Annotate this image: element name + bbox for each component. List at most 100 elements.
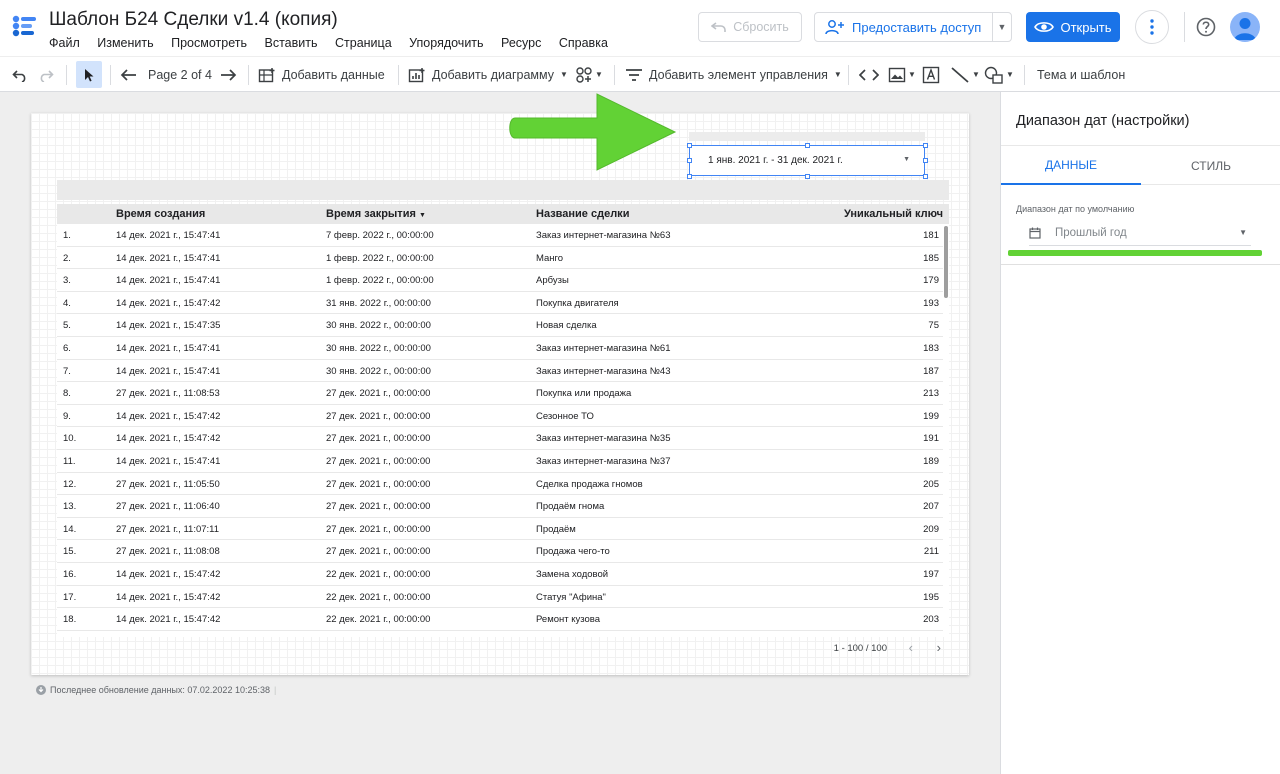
row-index: 17. xyxy=(63,591,77,603)
toolbar-separator xyxy=(398,65,399,85)
insert-line-button[interactable]: ▼ xyxy=(950,57,980,92)
table-row[interactable]: 4. 14 дек. 2021 г., 15:47:42 31 янв. 2022 … xyxy=(57,292,943,315)
report-canvas: 1 янв. 2021 г. - 31 дек. 2021 г. ▼ Время… xyxy=(0,92,1000,774)
image-caret-icon: ▼ xyxy=(908,70,916,79)
row-index: 1. xyxy=(63,230,71,241)
prev-page-button[interactable] xyxy=(120,57,138,92)
redo-button[interactable] xyxy=(38,57,54,92)
row-index: 14. xyxy=(63,523,77,535)
row-closed: 7 февр. 2022 г., 00:00:00 xyxy=(326,230,434,241)
add-data-button[interactable]: Добавить данные xyxy=(258,57,385,92)
report-title[interactable]: Шаблон Б24 Сделки v1.4 (копия) xyxy=(49,9,338,31)
looker-studio-logo-icon[interactable] xyxy=(10,12,38,40)
resize-handle[interactable] xyxy=(805,174,810,179)
embed-code-button[interactable] xyxy=(859,57,879,92)
row-deal-name: Заказ интернет-магазина №63 xyxy=(536,230,671,241)
col-deal-name[interactable]: Название сделки xyxy=(536,208,629,220)
menu-resource[interactable]: Ресурс xyxy=(501,36,541,50)
row-index: 3. xyxy=(63,275,71,287)
table-row[interactable]: 7. 14 дек. 2021 г., 15:47:41 30 янв. 2022 … xyxy=(57,360,943,383)
more-options-button[interactable] xyxy=(1135,10,1169,44)
resize-handle[interactable] xyxy=(687,143,692,148)
table-row[interactable]: 11. 14 дек. 2021 г., 15:47:41 27 дек. 2021… xyxy=(57,450,943,473)
resize-handle[interactable] xyxy=(923,174,928,179)
resize-handle[interactable] xyxy=(923,158,928,163)
add-chart-label: Добавить диаграмму xyxy=(432,67,554,82)
menu-insert[interactable]: Вставить xyxy=(265,36,318,50)
theme-layout-button[interactable]: Тема и шаблон xyxy=(1037,57,1125,92)
tab-data[interactable]: ДАННЫЕ xyxy=(1001,146,1141,185)
table-row[interactable]: 14. 27 дек. 2021 г., 11:07:11 27 дек. 2021… xyxy=(57,518,943,541)
table-row[interactable]: 12. 27 дек. 2021 г., 11:05:50 27 дек. 2021… xyxy=(57,473,943,496)
arrow-left-icon xyxy=(120,68,136,81)
table-row[interactable]: 2. 14 дек. 2021 г., 15:47:41 1 февр. 2022 … xyxy=(57,247,943,270)
menu-help[interactable]: Справка xyxy=(559,36,608,50)
col-unique-key[interactable]: Уникальный ключ xyxy=(844,208,943,220)
next-page-icon[interactable]: › xyxy=(937,640,941,655)
menu-arrange[interactable]: Упорядочить xyxy=(409,36,483,50)
row-created: 27 дек. 2021 г., 11:06:40 xyxy=(116,501,220,513)
table-row[interactable]: 15. 27 дек. 2021 г., 11:08:08 27 дек. 2021… xyxy=(57,540,943,563)
insert-text-button[interactable] xyxy=(922,57,940,92)
table-row[interactable]: 6. 14 дек. 2021 г., 15:47:41 30 янв. 2022 … xyxy=(57,337,943,360)
row-index: 9. xyxy=(63,410,71,422)
table-scrollbar[interactable] xyxy=(944,226,948,298)
community-viz-icon xyxy=(576,66,592,83)
prev-page-icon[interactable]: ‹ xyxy=(909,640,913,655)
row-deal-name: Покупка или продажа xyxy=(536,388,632,400)
help-icon[interactable] xyxy=(1196,17,1216,37)
table-row[interactable]: 1. 14 дек. 2021 г., 15:47:41 7 февр. 2022 … xyxy=(57,224,943,247)
add-person-icon xyxy=(825,20,844,35)
table-row[interactable]: 3. 14 дек. 2021 г., 15:47:41 1 февр. 2022 … xyxy=(57,269,943,292)
col-closed[interactable]: Время закрытия ▼ xyxy=(326,208,426,220)
insert-image-button[interactable]: ▼ xyxy=(888,57,916,92)
open-view-button[interactable]: Открыть xyxy=(1026,12,1120,42)
table-row[interactable]: 10. 14 дек. 2021 г., 15:47:42 27 дек. 2021… xyxy=(57,427,943,450)
row-closed: 30 янв. 2022 г., 00:00:00 xyxy=(326,320,431,332)
undo-button[interactable] xyxy=(12,57,28,92)
community-viz-button[interactable]: ▼ xyxy=(575,57,603,92)
row-index: 4. xyxy=(63,297,71,309)
add-control-button[interactable]: Добавить элемент управления ▼ xyxy=(625,57,842,92)
share-dropdown-icon[interactable]: ▼ xyxy=(993,22,1011,32)
image-icon xyxy=(888,67,906,82)
menu-edit[interactable]: Изменить xyxy=(97,36,153,50)
text-box-icon xyxy=(922,66,940,83)
add-chart-button[interactable]: Добавить диаграмму ▼ xyxy=(408,57,568,92)
default-range-select[interactable]: Прошлый год ▼ xyxy=(1029,220,1251,246)
next-page-button[interactable] xyxy=(219,57,237,92)
filter-lines-icon xyxy=(626,68,642,81)
reset-button[interactable]: Сбросить xyxy=(698,12,802,42)
insert-shape-button[interactable]: ▼ xyxy=(984,57,1014,92)
table-row[interactable]: 13. 27 дек. 2021 г., 11:06:40 27 дек. 2021… xyxy=(57,495,943,518)
tab-style[interactable]: СТИЛЬ xyxy=(1141,146,1280,185)
row-closed: 30 янв. 2022 г., 00:00:00 xyxy=(326,343,431,354)
date-range-control[interactable]: 1 янв. 2021 г. - 31 дек. 2021 г. ▼ xyxy=(689,145,925,176)
col-created[interactable]: Время создания xyxy=(116,208,205,220)
resize-handle[interactable] xyxy=(923,143,928,148)
select-tool-button[interactable] xyxy=(76,61,102,88)
menu-view[interactable]: Просмотреть xyxy=(171,36,247,50)
table-row[interactable]: 9. 14 дек. 2021 г., 15:47:42 27 дек. 2021 … xyxy=(57,405,943,428)
table-row[interactable]: 16. 14 дек. 2021 г., 15:47:42 22 дек. 2021… xyxy=(57,563,943,586)
page-indicator[interactable]: Page 2 of 4 xyxy=(148,57,212,92)
menu-file[interactable]: Файл xyxy=(49,36,80,50)
col-closed-label: Время закрытия xyxy=(326,208,416,220)
toolbar-separator xyxy=(614,65,615,85)
row-unique-key: 189 xyxy=(923,456,939,467)
share-main[interactable]: Предоставить доступ xyxy=(815,13,993,41)
add-control-caret-icon: ▼ xyxy=(833,70,842,79)
menu-page[interactable]: Страница xyxy=(335,36,392,50)
row-deal-name: Сделка продажа гномов xyxy=(536,478,643,490)
row-created: 14 дек. 2021 г., 15:47:42 xyxy=(116,297,221,309)
table-row[interactable]: 8. 27 дек. 2021 г., 11:08:53 27 дек. 2021 … xyxy=(57,382,943,405)
table-row[interactable]: 17. 14 дек. 2021 г., 15:47:42 22 дек. 2021… xyxy=(57,586,943,609)
community-viz-caret-icon: ▼ xyxy=(595,70,603,79)
resize-handle[interactable] xyxy=(687,174,692,179)
resize-handle[interactable] xyxy=(805,143,810,148)
user-avatar[interactable] xyxy=(1230,12,1260,42)
table-row[interactable]: 5. 14 дек. 2021 г., 15:47:35 30 янв. 2022 … xyxy=(57,314,943,337)
resize-handle[interactable] xyxy=(687,158,692,163)
share-button[interactable]: Предоставить доступ ▼ xyxy=(814,12,1012,42)
table-row[interactable]: 18. 14 дек. 2021 г., 15:47:42 22 дек. 2021… xyxy=(57,608,943,631)
